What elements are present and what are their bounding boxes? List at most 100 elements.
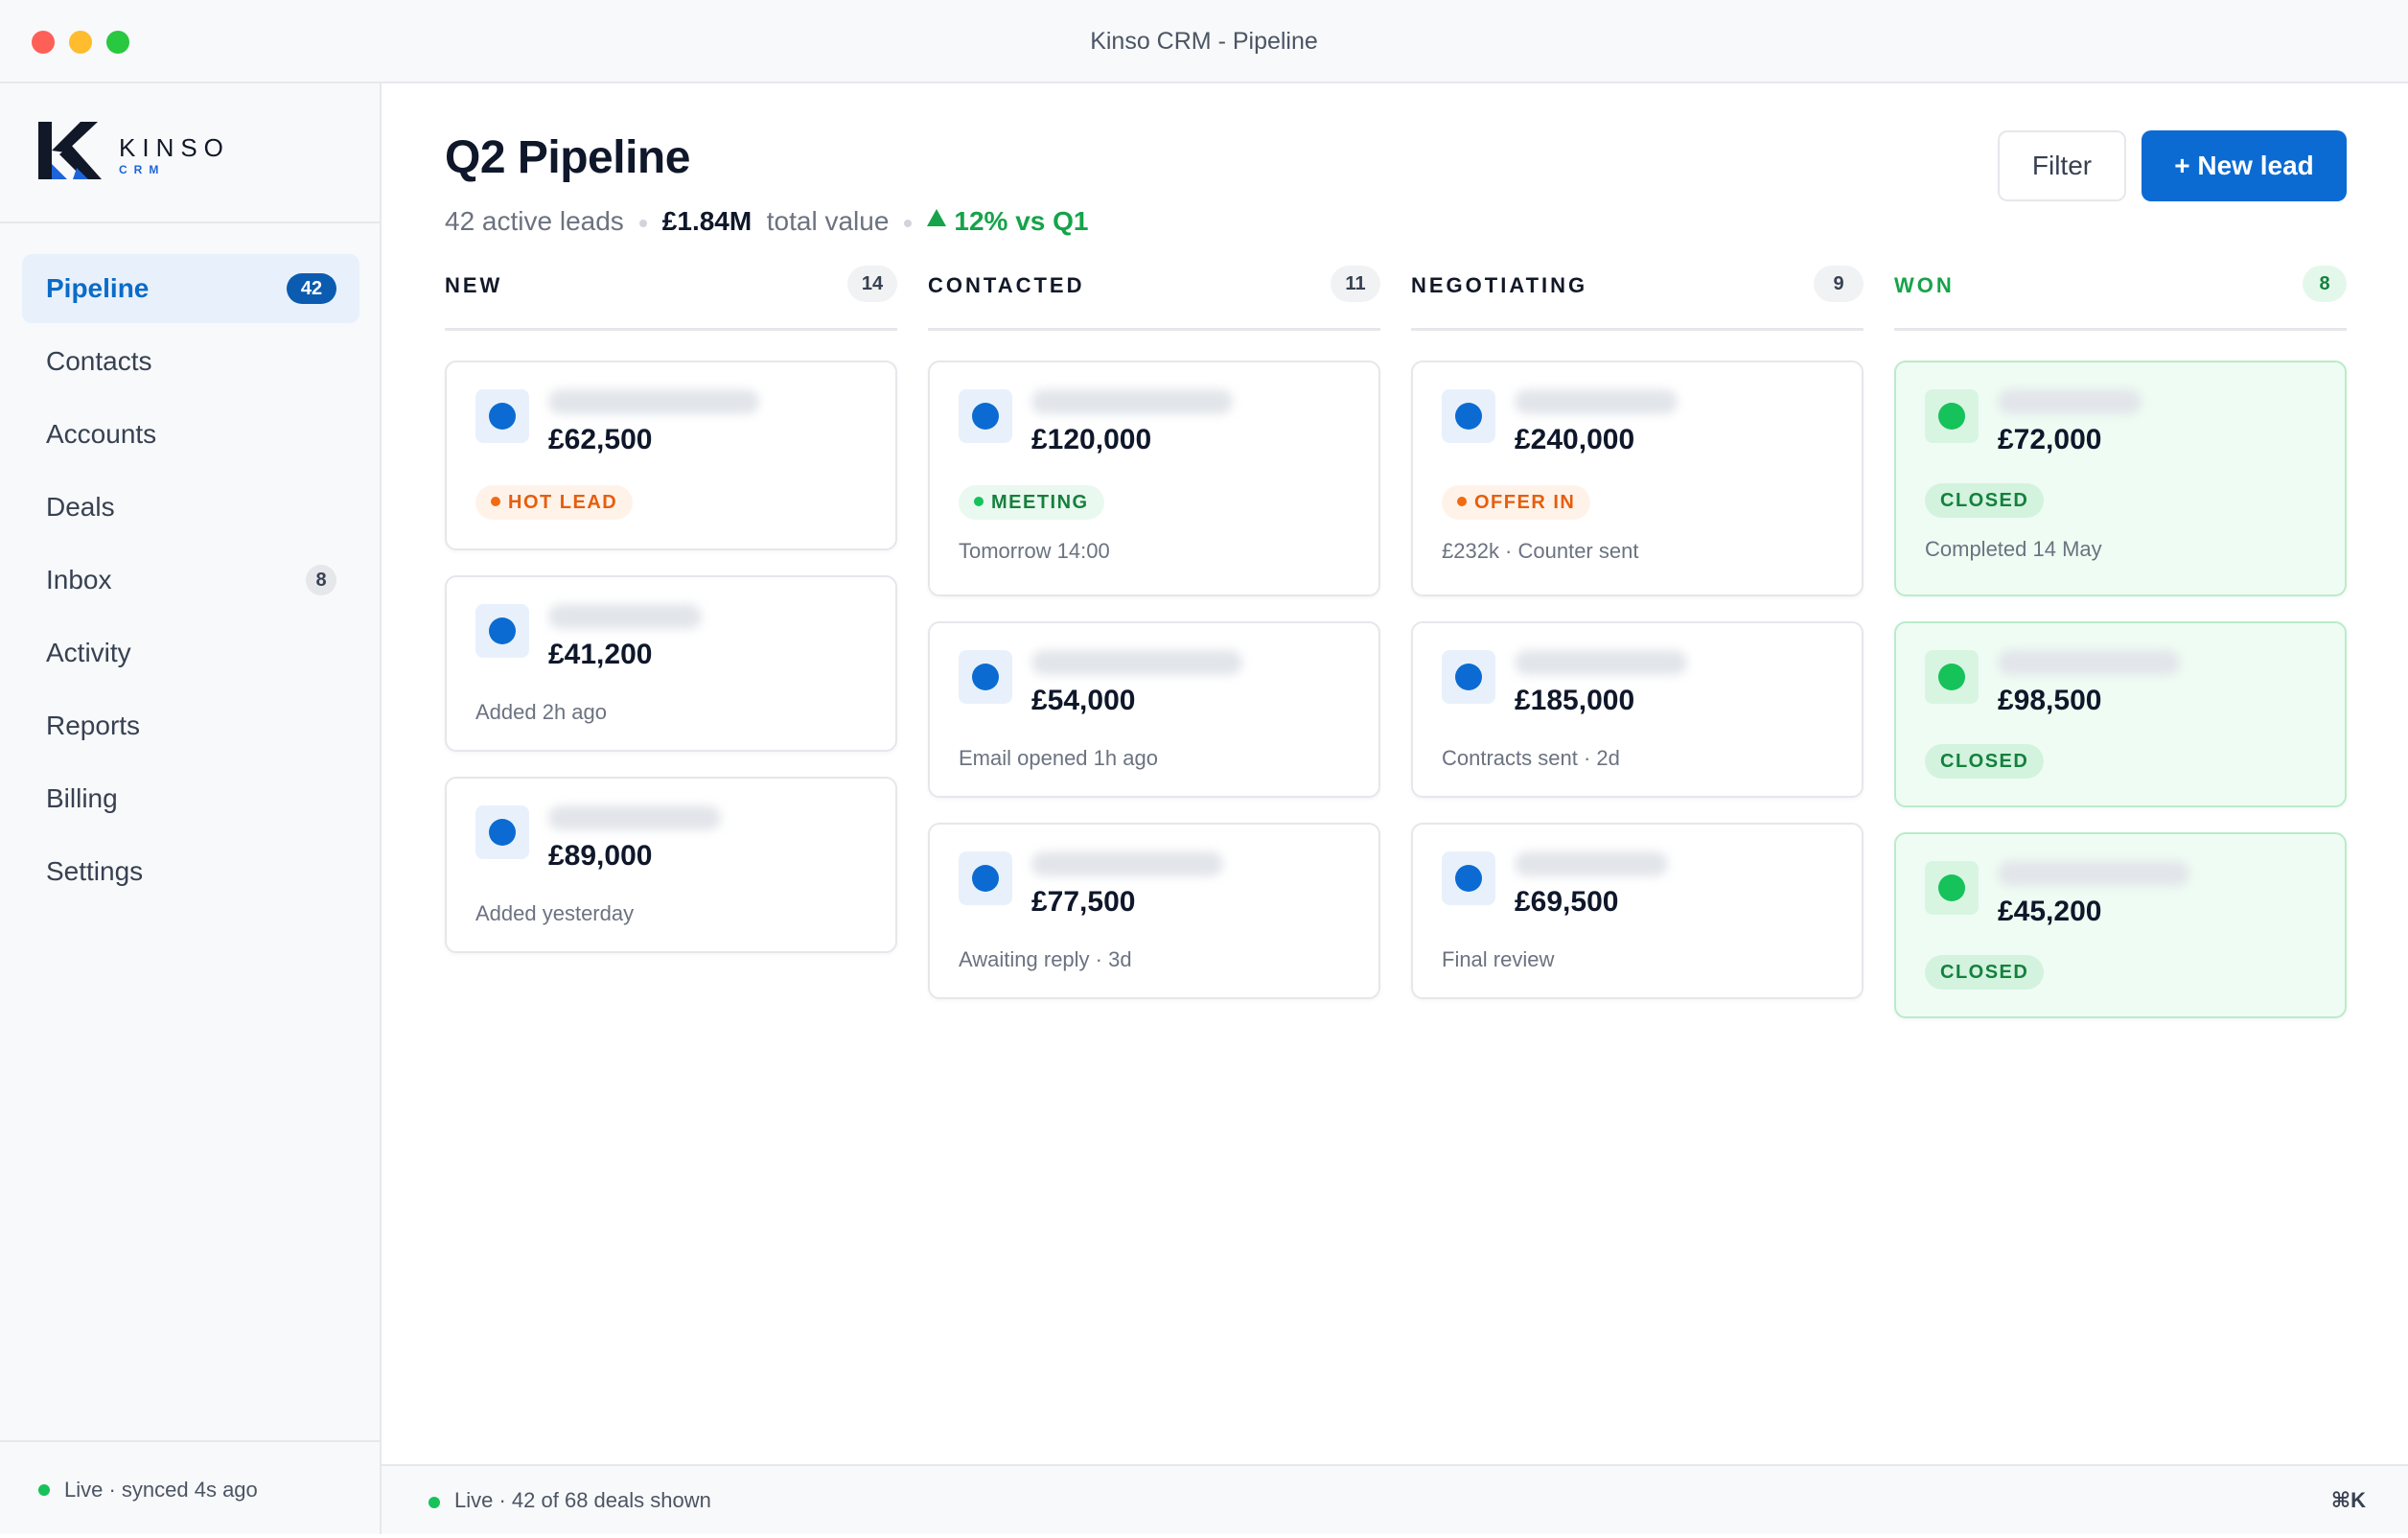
column-count-badge: 8 [2303,266,2347,302]
sidebar-item-label: Inbox [46,565,112,594]
avatar-dot [489,819,516,846]
status-dot [491,497,500,506]
column-count-badge: 11 [1331,266,1380,302]
avatar [1442,650,1495,704]
sidebar-item-label: Settings [46,856,144,886]
sidebar-item-contacts[interactable]: Contacts [22,327,359,396]
command-palette-shortcut[interactable]: ⌘K [2331,1466,2366,1535]
sidebar-item-accounts[interactable]: Accounts [22,400,359,469]
deal-card[interactable]: £77,500 Awaiting reply · 3d [928,823,1380,999]
column-won: WON 8 £72,000 CLOSED Completed 14 May £9… [1894,266,2347,1018]
total-value: £1.84M [661,206,752,236]
separator-dot [638,219,647,227]
column-negotiating: NEGOTIATING 9 £240,000 OFFER IN £232k · … [1411,266,1864,999]
column-contacted: CONTACTED 11 £120,000 MEETING Tomorrow 1… [928,266,1380,999]
new-lead-button[interactable]: + New lead [2142,130,2347,201]
live-status-dot [38,1484,50,1496]
sidebar-item-inbox[interactable]: Inbox 8 [22,546,359,615]
column-title: CONTACTED [928,273,1085,297]
sidebar-item-label: Contacts [46,346,152,376]
avatar [1925,861,1979,915]
column-title: NEW [445,273,503,297]
main-content: Q2 Pipeline 42 active leads £1.84M total … [382,83,2408,1534]
deal-meta: Added yesterday [475,901,635,925]
avatar-dot [1938,874,1965,901]
avatar [1925,389,1979,443]
deal-amount: £72,000 [1998,424,2102,455]
sidebar-item-label: Billing [46,783,118,813]
redacted-lead-name [1998,650,2180,675]
deal-card[interactable]: £240,000 OFFER IN £232k · Counter sent [1411,361,1864,596]
redacted-lead-name [1515,851,1668,876]
deal-amount: £185,000 [1515,685,1635,716]
app-window: Kinso CRM - Pipeline KINSO CRM Pipeline … [0,0,2408,1534]
page-title: Q2 Pipeline [445,132,690,183]
sidebar-item-billing[interactable]: Billing [22,764,359,833]
title-bar: Kinso CRM - Pipeline [0,0,2408,83]
card-list: £240,000 OFFER IN £232k · Counter sent £… [1411,361,1864,1024]
sidebar-item-settings[interactable]: Settings [22,837,359,906]
deal-card[interactable]: £41,200 Added 2h ago [445,575,897,752]
trend-up-icon [927,209,947,226]
card-list: £120,000 MEETING Tomorrow 14:00 £54,000 … [928,361,1380,1024]
avatar [475,604,529,658]
deal-amount: £62,500 [548,424,653,455]
deal-amount: £77,500 [1031,886,1136,918]
sidebar-item-label: Activity [46,638,131,667]
brand-name: KINSO [119,133,230,162]
deal-amount: £69,500 [1515,886,1619,918]
deal-card[interactable]: £120,000 MEETING Tomorrow 14:00 [928,361,1380,596]
column-header: WON 8 [1894,266,2347,331]
brand-subtitle: CRM [119,163,166,176]
avatar [959,389,1012,443]
deal-meta: Contracts sent · 2d [1442,746,1620,770]
kinso-logo-icon [38,122,102,179]
card-list: £72,000 CLOSED Completed 14 May £98,500 … [1894,361,2347,1043]
sidebar-item-deals[interactable]: Deals [22,473,359,542]
avatar-dot [1938,664,1965,690]
sync-status-text: Live · synced 4s ago [64,1478,258,1502]
deal-card[interactable]: £62,500 HOT LEAD [445,361,897,550]
column-title: NEGOTIATING [1411,273,1588,297]
status-badge: CLOSED [1925,744,2045,779]
redacted-lead-name [548,805,721,830]
sidebar-item-pipeline[interactable]: Pipeline 42 [22,254,359,323]
avatar-dot [972,865,999,892]
deal-amount: £41,200 [548,639,653,670]
live-status-dot [428,1497,440,1508]
deal-card[interactable]: £98,500 CLOSED [1894,621,2347,807]
filter-button[interactable]: Filter [1998,130,2126,201]
deal-meta: Added 2h ago [475,700,608,724]
avatar [959,650,1012,704]
status-dot [1457,497,1467,506]
deal-card[interactable]: £185,000 Contracts sent · 2d [1411,621,1864,798]
sidebar-item-label: Deals [46,492,115,522]
deal-card[interactable]: £69,500 Final review [1411,823,1864,999]
deal-meta: Email opened 1h ago [959,746,1158,770]
deal-card[interactable]: £72,000 CLOSED Completed 14 May [1894,361,2347,596]
nav-count-badge: 42 [287,273,336,304]
deal-meta: £232k · Counter sent [1442,539,1639,563]
deals-shown-text: Live · 42 of 68 deals shown [454,1488,711,1512]
column-count-badge: 14 [847,266,897,302]
deal-card[interactable]: £45,200 CLOSED [1894,832,2347,1018]
column-header: NEGOTIATING 9 [1411,266,1864,331]
avatar-dot [972,664,999,690]
brand: KINSO CRM [0,83,380,223]
avatar-dot [489,403,516,430]
growth-text: 12% vs Q1 [954,206,1089,236]
redacted-lead-name [1031,851,1223,876]
deal-card[interactable]: £54,000 Email opened 1h ago [928,621,1380,798]
sidebar-item-reports[interactable]: Reports [22,691,359,760]
window-title: Kinso CRM - Pipeline [1090,28,1318,55]
sidebar-item-activity[interactable]: Activity [22,618,359,687]
avatar-dot [1455,664,1482,690]
separator-dot [904,219,913,227]
status-dot [974,497,984,506]
sidebar-item-label: Reports [46,711,141,740]
deal-card[interactable]: £89,000 Added yesterday [445,777,897,953]
column-header: CONTACTED 11 [928,266,1380,331]
redacted-lead-name [548,389,759,414]
active-leads-count: 42 active leads [445,206,624,236]
status-badge-label: OFFER IN [1474,492,1576,513]
